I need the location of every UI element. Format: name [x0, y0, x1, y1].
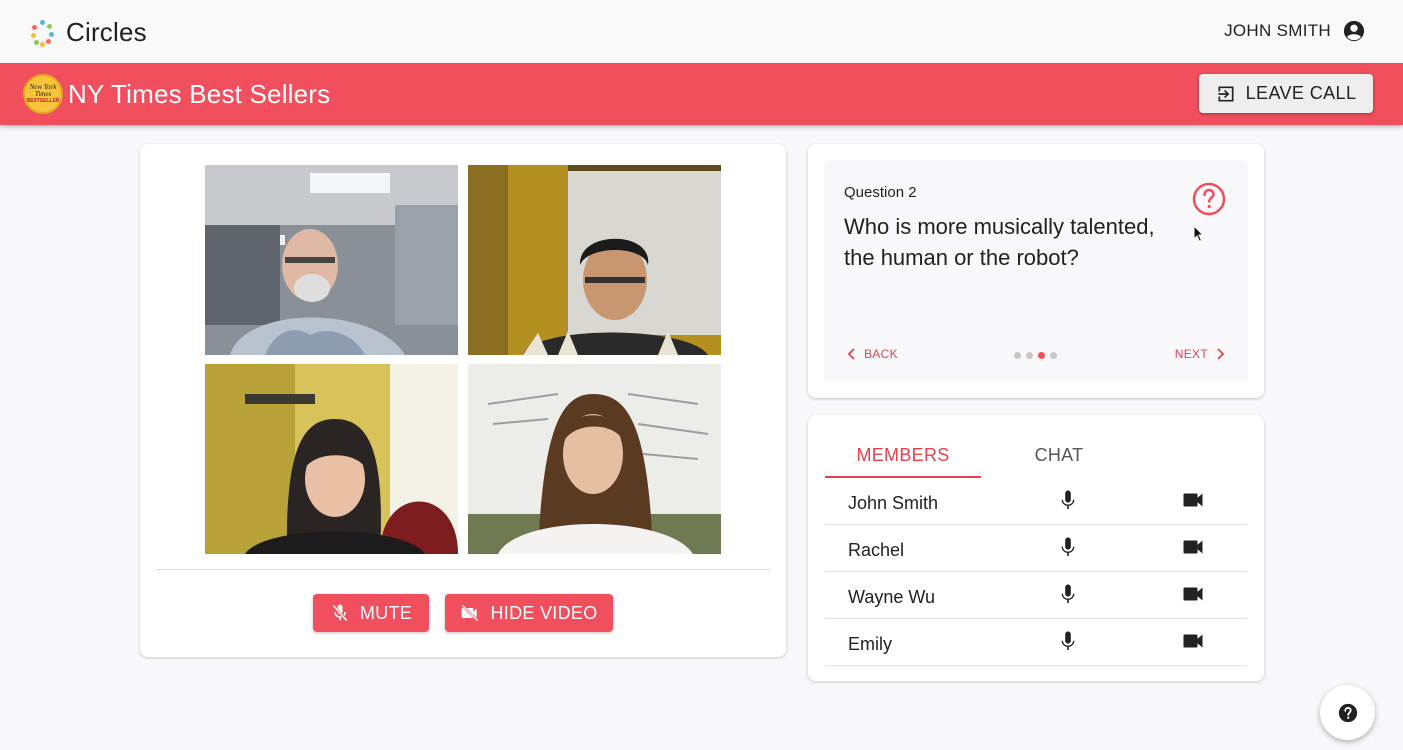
question-panel: Question 2 Who is more musically talente… [808, 144, 1264, 398]
videocam-icon[interactable] [1183, 632, 1205, 650]
videocam-icon[interactable] [1183, 491, 1205, 509]
tab-members[interactable]: MEMBERS [825, 437, 981, 478]
member-row: John Smith [825, 478, 1247, 525]
account-circle-icon [1343, 20, 1365, 42]
hide-video-button[interactable]: HIDE VIDEO [445, 594, 613, 632]
user-menu[interactable]: JOHN SMITH [1224, 20, 1365, 42]
member-name: Rachel [848, 540, 905, 560]
members-panel: MEMBERS CHAT John Smith Rachel Wayne Wu … [808, 415, 1264, 681]
badge-text: New York Times [29, 83, 57, 98]
chevron-left-icon [847, 348, 855, 360]
video-tile [468, 364, 721, 554]
group-badge: New York Times BESTSELLER [23, 74, 63, 114]
video-tile [468, 165, 721, 355]
video-divider [156, 569, 770, 570]
video-tile [205, 364, 458, 554]
member-row: Rachel [825, 525, 1247, 572]
member-row: Wayne Wu [825, 572, 1247, 619]
mic-icon[interactable] [1059, 631, 1077, 651]
question-next-label: NEXT [1174, 347, 1208, 361]
videocam-icon[interactable] [1183, 538, 1205, 556]
mute-label: MUTE [359, 602, 413, 623]
mic-icon[interactable] [1059, 584, 1077, 604]
app-header: Circles JOHN SMITH [0, 0, 1403, 63]
pager-dot[interactable] [1050, 352, 1057, 359]
member-row: Emily [825, 619, 1247, 666]
group-title: NY Times Best Sellers [68, 79, 331, 109]
video-tile [205, 165, 458, 355]
pager-dot[interactable] [1026, 352, 1033, 359]
chevron-right-icon [1217, 348, 1225, 360]
help-circle-icon[interactable] [1192, 182, 1226, 216]
question-number: Question 2 [844, 184, 917, 201]
group-banner: New York Times BESTSELLER NY Times Best … [0, 63, 1403, 125]
mic-icon[interactable] [1059, 490, 1077, 510]
member-name: Wayne Wu [848, 587, 936, 607]
pager-dot[interactable] [1014, 352, 1021, 359]
leave-call-label: LEAVE CALL [1245, 83, 1357, 103]
mouse-cursor-icon [1193, 225, 1205, 243]
app-title: Circles [66, 17, 147, 47]
question-pager [1014, 352, 1062, 359]
members-tabs: MEMBERS CHAT [825, 437, 1137, 478]
hide-video-label: HIDE VIDEO [490, 602, 598, 623]
member-name: Emily [848, 634, 892, 654]
app-logo[interactable]: Circles [30, 17, 147, 48]
question-content: Question 2 Who is more musically talente… [824, 160, 1248, 382]
video-panel: MUTE HIDE VIDEO [140, 144, 786, 657]
tab-chat[interactable]: CHAT [981, 437, 1137, 478]
circles-logo-icon [30, 19, 56, 47]
mic-icon[interactable] [1059, 537, 1077, 557]
question-next-button[interactable]: NEXT [1175, 347, 1226, 361]
help-button[interactable] [1320, 685, 1375, 740]
pager-dot-active[interactable] [1038, 352, 1045, 359]
member-name: John Smith [848, 493, 939, 513]
question-text: Who is more musically talented, the huma… [844, 214, 1155, 270]
help-circle-icon [1338, 703, 1357, 722]
mic-off-icon [332, 604, 348, 622]
question-back-button[interactable]: BACK [846, 347, 898, 361]
leave-call-button[interactable]: LEAVE CALL [1199, 74, 1373, 113]
user-name: JOHN SMITH [1224, 21, 1331, 40]
question-back-label: BACK [864, 347, 898, 361]
mute-button[interactable]: MUTE [313, 594, 429, 632]
badge-sub: BESTSELLER [26, 98, 60, 104]
videocam-icon[interactable] [1183, 585, 1205, 603]
videocam-off-icon [462, 604, 479, 622]
exit-icon [1218, 86, 1234, 101]
